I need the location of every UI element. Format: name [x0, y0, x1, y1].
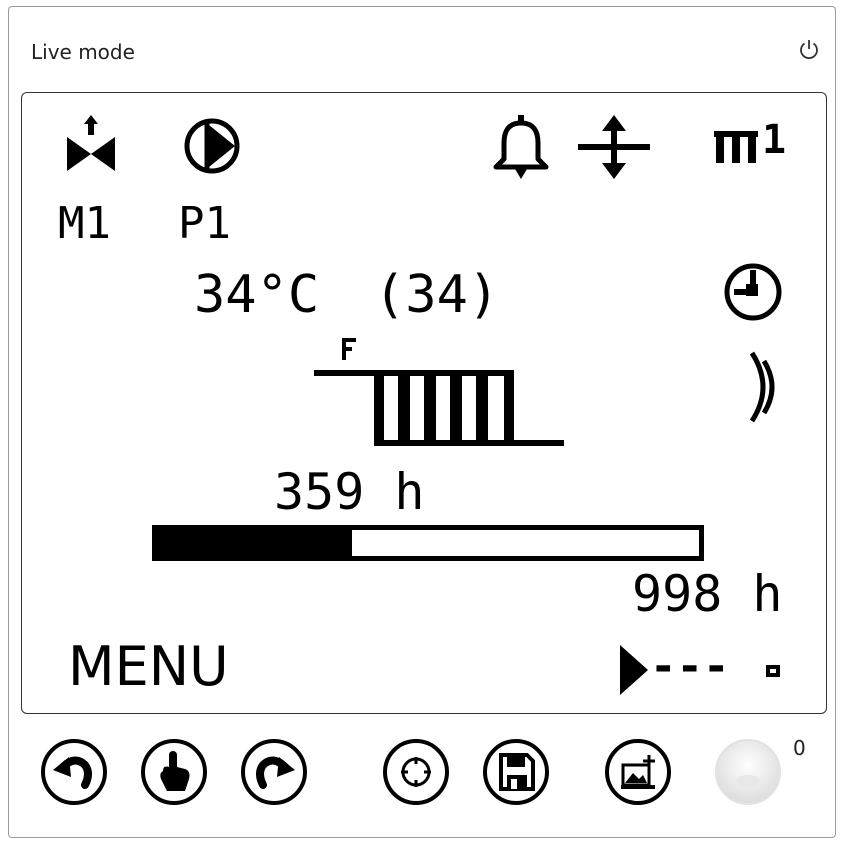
pump-label: P1 [178, 198, 231, 249]
add-screenshot-button[interactable] [603, 737, 673, 807]
mixer-label: M1 [58, 198, 111, 249]
hours-progress-fill [157, 530, 353, 556]
hours-total: 998 h [632, 565, 783, 623]
record-counter: 0 [793, 736, 806, 760]
target-icon [383, 739, 449, 805]
target-button[interactable] [381, 737, 451, 807]
menu-label[interactable]: MENU [68, 635, 229, 698]
moon-icon [749, 351, 775, 423]
radiator-icon [314, 338, 564, 446]
bell-icon [493, 115, 549, 179]
power-icon[interactable] [797, 37, 821, 61]
redo-button[interactable] [239, 737, 309, 807]
window-title: Live mode [31, 40, 135, 64]
setpoint-value: (34) [374, 265, 500, 325]
heating-circuit-icon [714, 131, 758, 163]
pump-icon [184, 118, 240, 174]
lcd-display: M1 P1 1 34°C (34) 359 h 998 h MENU --- [21, 92, 827, 714]
add-image-icon [605, 739, 671, 805]
undo-button[interactable] [39, 737, 109, 807]
mixer-valve-icon [67, 115, 115, 171]
touch-button[interactable] [139, 737, 209, 807]
save-button[interactable] [481, 737, 551, 807]
redo-icon [241, 739, 307, 805]
record-button[interactable] [713, 737, 783, 807]
temperature-value: 34°C [194, 265, 320, 325]
save-icon [483, 739, 549, 805]
toolbar: 0 [9, 722, 835, 832]
nav-indicator: --- [650, 641, 730, 692]
undo-icon [41, 739, 107, 805]
play-icon [620, 645, 648, 695]
record-icon [715, 739, 781, 805]
nav-end-marker [766, 665, 780, 677]
up-down-arrow-icon [578, 115, 650, 179]
circuit-label: 1 [762, 117, 787, 163]
touch-hand-icon [141, 739, 207, 805]
hours-elapsed: 359 h [274, 463, 425, 521]
title-bar: Live mode [9, 7, 835, 87]
live-mode-window: Live mode M1 P1 1 34°C (34) 359 h 998 h … [8, 6, 836, 838]
clock-icon [724, 263, 782, 321]
hours-progress-bar [152, 525, 704, 561]
